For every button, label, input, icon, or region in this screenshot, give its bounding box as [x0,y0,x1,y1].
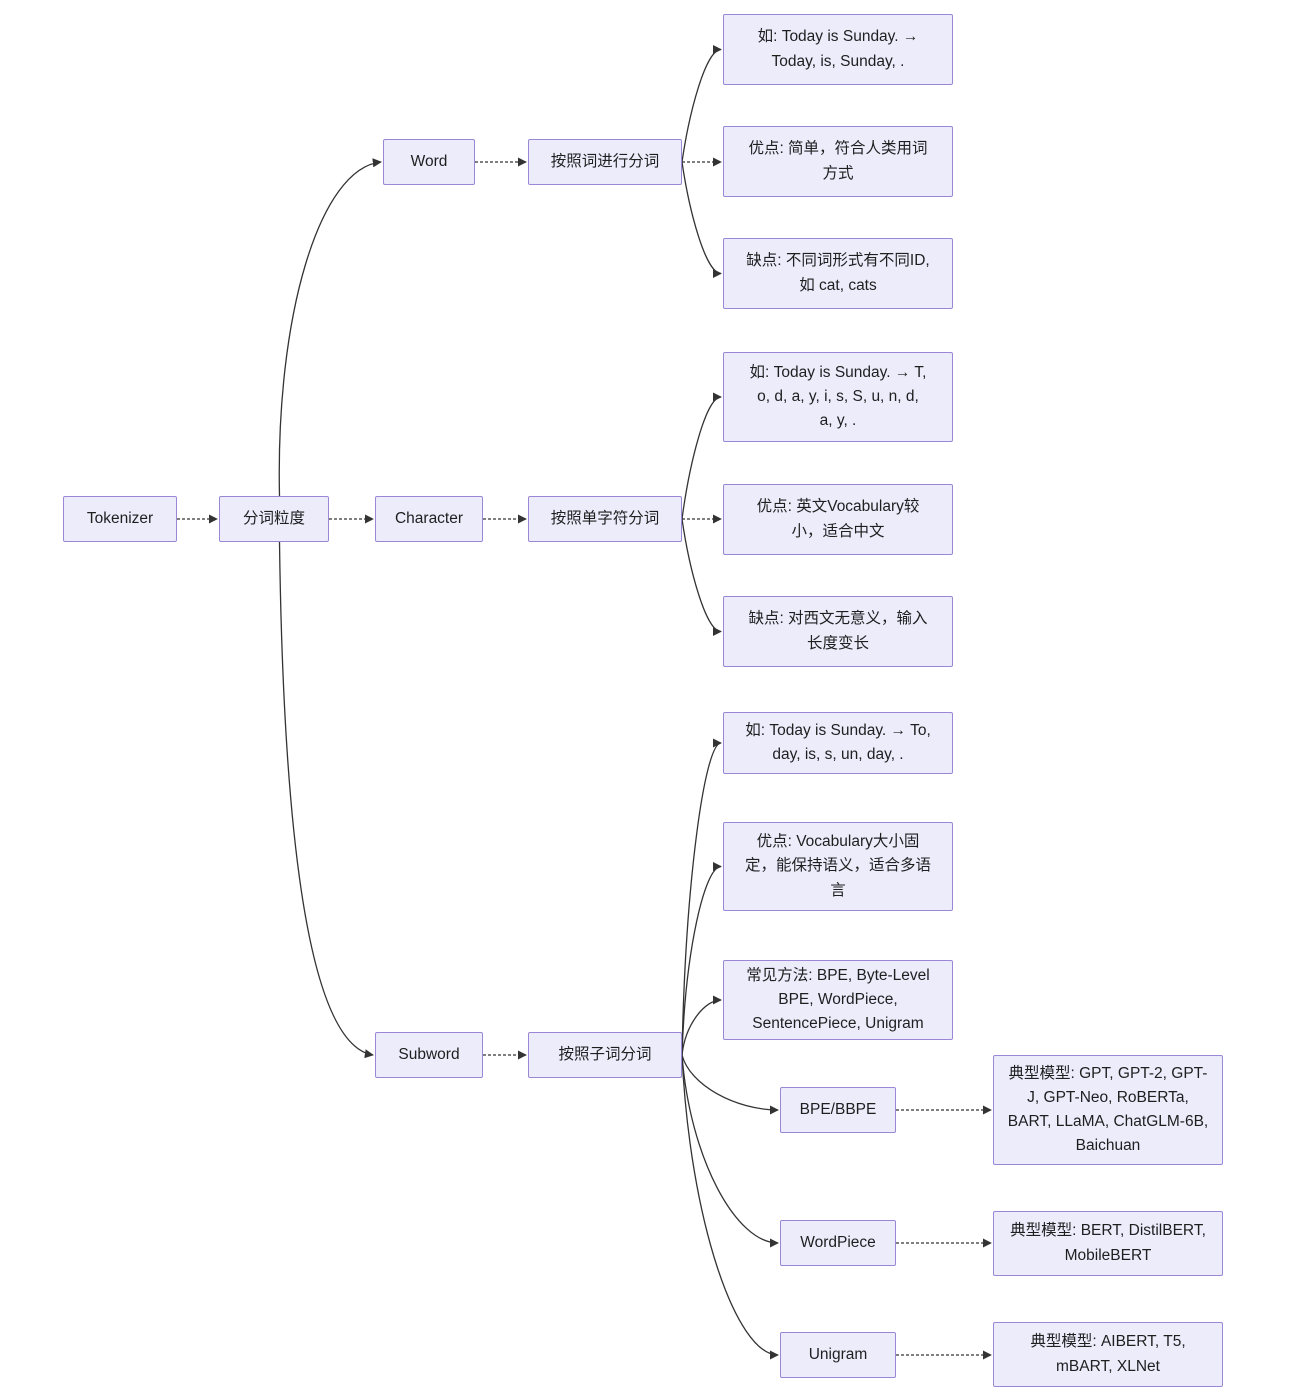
node-character-example[interactable]: 如: Today is Sunday. → T, o, d, a, y, i, … [723,352,953,442]
edge-character-desc-to-character-example [681,392,722,520]
node-label: 按照子词分词 [558,1045,652,1063]
node-subword-methods[interactable]: 常见方法: BPE, Byte-Level BPE, WordPiece, Se… [723,960,953,1040]
node-word-desc[interactable]: 按照词进行分词 [528,139,682,185]
node-label: BPE/BBPE [799,1100,877,1118]
node-label: 典型模型: AIBERT, T5, mBART, XLNet [1030,1333,1186,1375]
node-subword-pros[interactable]: 优点: Vocabulary大小固 定，能保持语义，适合多语 言 [723,822,953,911]
node-character-cons[interactable]: 缺点: 对西文无意义，输入 长度变长 [723,596,953,667]
node-label: 典型模型: BERT, DistilBERT, MobileBERT [1010,1222,1206,1264]
node-label: 常见方法: BPE, Byte-Level BPE, WordPiece, Se… [746,966,930,1033]
edge-subword-desc-to-subword-example [681,738,722,1056]
node-label: 缺点: 对西文无意义，输入 长度变长 [748,610,928,652]
edge-subword-desc-to-subword-pros [681,861,722,1056]
edge-word-desc-to-word-cons [681,161,722,279]
node-label: Unigram [808,1345,868,1363]
node-granularity[interactable]: 分词粒度 [219,496,329,542]
node-character[interactable]: Character [375,496,483,542]
node-word-example[interactable]: 如: Today is Sunday. → Today, is, Sunday,… [723,14,953,85]
node-wordpiece-models[interactable]: 典型模型: BERT, DistilBERT, MobileBERT [993,1211,1223,1276]
flowchart-canvas: Tokenizer 分词粒度 Word 按照词进行分词 如: Today is Sund… [0,0,1310,1395]
node-label: 典型模型: GPT, GPT-2, GPT- J, GPT-Neo, RoBER… [1007,1064,1209,1155]
node-bpe-models[interactable]: 典型模型: GPT, GPT-2, GPT- J, GPT-Neo, RoBER… [993,1055,1223,1165]
edge-subword-desc-to-subword-methods [681,995,722,1056]
node-subword[interactable]: Subword [375,1032,483,1078]
node-label: Tokenizer [86,509,154,527]
edge-subword-desc-to-unigram [681,1054,779,1360]
node-label: 如: Today is Sunday. → Today, is, Sunday,… [757,28,919,70]
node-label: 缺点: 不同词形式有不同ID, 如 cat, cats [746,252,930,294]
node-label: 优点: Vocabulary大小固 定，能保持语义，适合多语 言 [744,833,931,899]
node-label: 优点: 英文Vocabulary较 小，适合中文 [756,498,920,540]
node-subword-desc[interactable]: 按照子词分词 [528,1032,682,1078]
edge-granularity-to-subword [278,541,374,1059]
node-label: Character [394,509,464,527]
node-label: WordPiece [800,1233,876,1251]
edge-subword-desc-to-bpe [681,1054,779,1115]
node-word-pros[interactable]: 优点: 简单，符合人类用词 方式 [723,126,953,197]
edge-granularity-to-word [278,158,382,497]
edge-word-desc-to-word-example [681,44,722,163]
node-bpe[interactable]: BPE/BBPE [780,1087,896,1133]
edge-character-desc-to-character-cons [681,518,722,637]
node-unigram-models[interactable]: 典型模型: AIBERT, T5, mBART, XLNet [993,1322,1223,1387]
node-word-cons[interactable]: 缺点: 不同词形式有不同ID, 如 cat, cats [723,238,953,309]
edge-subword-desc-to-wordpiece [681,1054,779,1248]
node-tokenizer[interactable]: Tokenizer [63,496,177,542]
node-character-desc[interactable]: 按照单字符分词 [528,496,682,542]
node-label: 优点: 简单，符合人类用词 方式 [748,140,928,182]
node-character-pros[interactable]: 优点: 英文Vocabulary较 小，适合中文 [723,484,953,555]
node-label: Subword [398,1045,460,1063]
node-label: Word [410,152,448,170]
node-label: 按照单字符分词 [550,509,660,527]
node-label: 按照词进行分词 [550,152,660,170]
node-wordpiece[interactable]: WordPiece [780,1220,896,1266]
node-unigram[interactable]: Unigram [780,1332,896,1378]
node-label: 如: Today is Sunday. → T, o, d, a, y, i, … [749,363,927,429]
node-subword-example[interactable]: 如: Today is Sunday. → To, day, is, s, un… [723,712,953,774]
edge-layer [177,44,992,1360]
node-label: 如: Today is Sunday. → To, day, is, s, un… [745,721,931,763]
node-label: 分词粒度 [242,509,305,527]
node-word[interactable]: Word [383,139,475,185]
